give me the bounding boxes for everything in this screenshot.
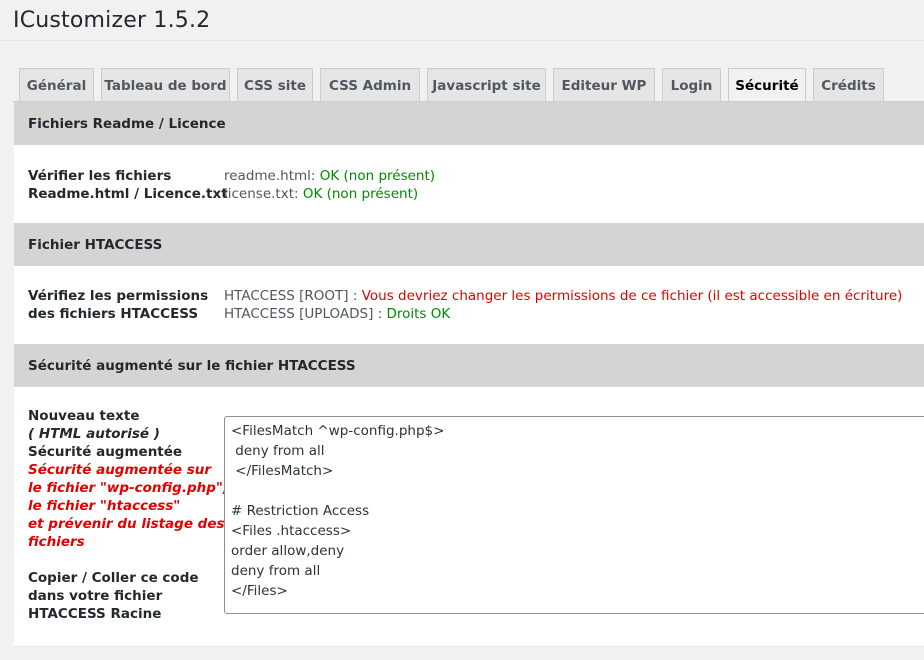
security-label-html-note: ( HTML autorisé ) — [28, 426, 160, 442]
readme-label-line: Vérifier les fichiers — [28, 168, 172, 184]
readme-status: OK (non présent) — [319, 168, 436, 184]
license-status-line: license.txt: OK (non présent) — [224, 185, 435, 203]
security-description-line: Sécurité augmentée sur — [28, 462, 212, 478]
security-row-label: Nouveau texte ( HTML autorisé ) Sécurité… — [28, 407, 228, 623]
htaccess-root-line: HTACCESS [ROOT] : Vous devriez changer l… — [224, 287, 902, 305]
htaccess-root-file: HTACCESS [ROOT] : — [224, 288, 358, 304]
copy-instruction-line: HTACCESS Racine — [28, 606, 162, 622]
license-file-name: license.txt: — [224, 186, 299, 202]
copy-instruction-line: dans votre fichier — [28, 588, 163, 604]
page-title: ICustomizer 1.5.2 — [13, 8, 211, 33]
htaccess-code-textarea[interactable]: <FilesMatch ^wp-config.php$> deny from a… — [224, 416, 924, 614]
tab-javascript-site[interactable]: Javascript site — [427, 68, 546, 102]
bottom-divider — [14, 646, 924, 647]
tab-credits[interactable]: Crédits — [813, 68, 884, 102]
section-header-htaccess: Fichier HTACCESS — [14, 223, 924, 266]
security-description-line: fichiers — [28, 534, 85, 550]
tab-css-admin[interactable]: CSS Admin — [320, 68, 420, 102]
tab-css-site[interactable]: CSS site — [237, 68, 313, 102]
htaccess-uploads-line: HTACCESS [UPLOADS] : Droits OK — [224, 305, 902, 323]
htaccess-uploads-file: HTACCESS [UPLOADS] : — [224, 306, 383, 322]
security-label-line: Nouveau texte — [28, 408, 140, 424]
security-description-line: et prévenir du listage des — [28, 516, 225, 532]
security-label-line: Sécurité augmentée — [28, 444, 183, 460]
copy-instruction-line: Copier / Coller ce code — [28, 570, 199, 586]
tab-tableau-de-bord[interactable]: Tableau de bord — [101, 68, 230, 102]
readme-row-value: readme.html: OK (non présent) license.tx… — [224, 167, 435, 203]
htaccess-row-value: HTACCESS [ROOT] : Vous devriez changer l… — [224, 287, 902, 323]
htaccess-label-line: des fichiers HTACCESS — [28, 306, 199, 322]
section-header-security: Sécurité augmenté sur le fichier HTACCES… — [14, 344, 924, 387]
tab-login[interactable]: Login — [662, 68, 721, 102]
readme-label-line: Readme.html / Licence.txt — [28, 186, 228, 202]
page: ICustomizer 1.5.2 Général Tableau de bor… — [0, 0, 924, 660]
readme-row-label: Vérifier les fichiers Readme.html / Lice… — [28, 167, 228, 203]
tab-securite[interactable]: Sécurité — [728, 68, 806, 103]
htaccess-uploads-status: Droits OK — [386, 306, 451, 322]
readme-file-name: readme.html: — [224, 168, 316, 184]
htaccess-row-label: Vérifiez les permissions des fichiers HT… — [28, 287, 208, 323]
section-header-readme: Fichiers Readme / Licence — [14, 102, 924, 145]
readme-status-line: readme.html: OK (non présent) — [224, 167, 435, 185]
security-description-line: le fichier "wp-config.php", — [28, 480, 229, 496]
title-divider — [0, 40, 924, 41]
tab-bar: Général Tableau de bord CSS site CSS Adm… — [19, 68, 884, 103]
htaccess-label-line: Vérifiez les permissions — [28, 288, 209, 304]
security-description-line: le fichier "htaccess" — [28, 498, 181, 514]
license-status: OK (non présent) — [302, 186, 419, 202]
tab-general[interactable]: Général — [19, 68, 94, 102]
htaccess-root-status: Vous devriez changer les permissions de … — [361, 288, 903, 304]
settings-panel: Fichiers Readme / Licence Vérifier les f… — [14, 102, 924, 646]
tab-editeur-wp[interactable]: Editeur WP — [553, 68, 655, 102]
